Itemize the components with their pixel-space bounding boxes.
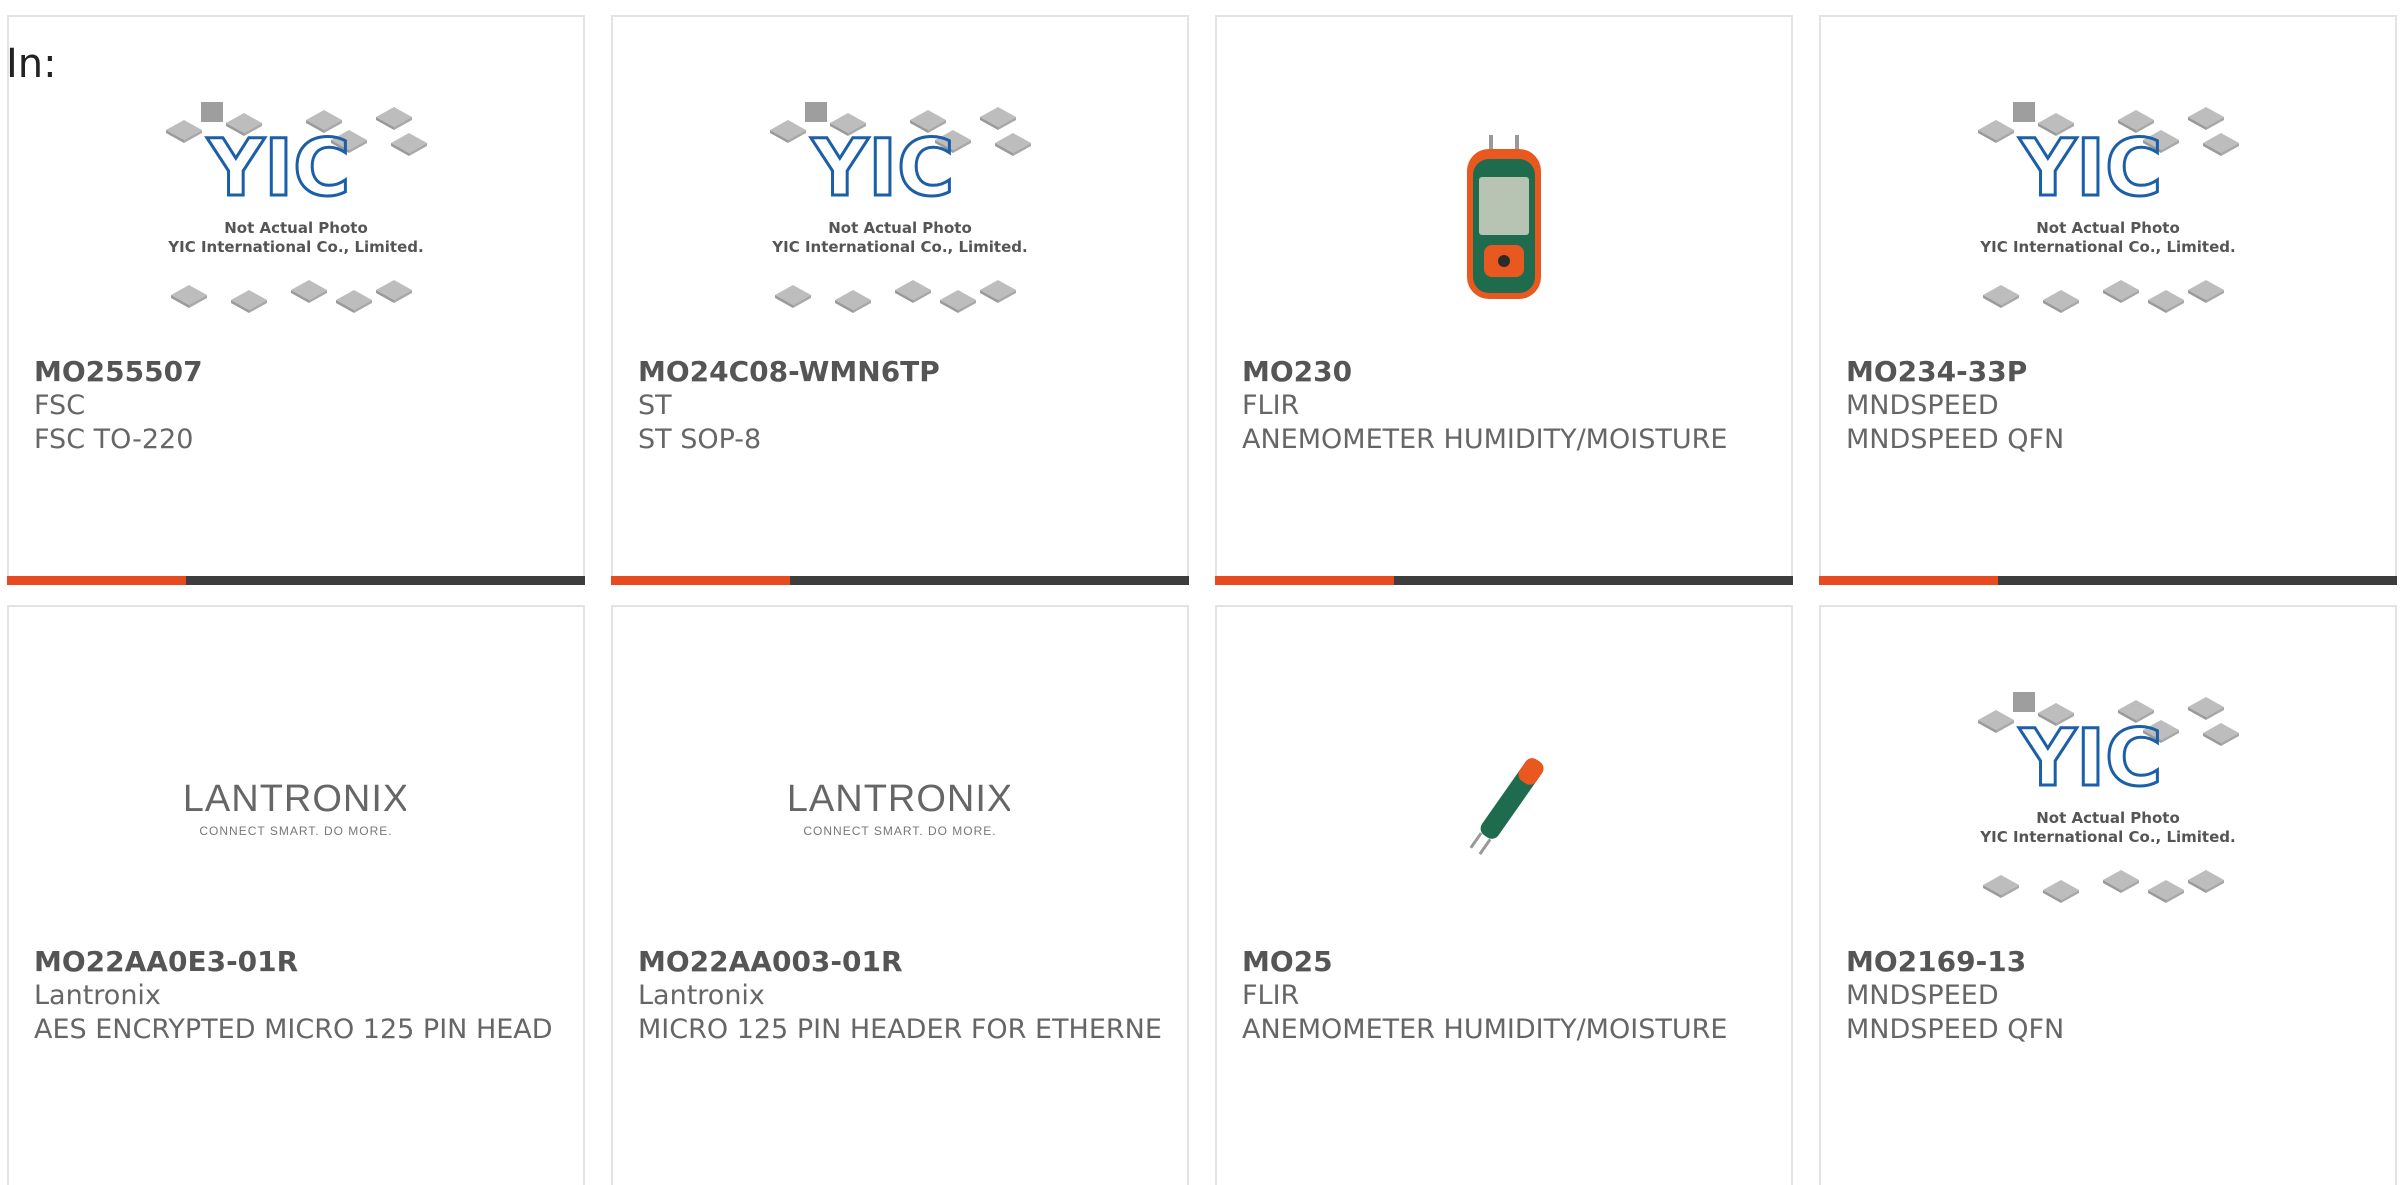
svg-text:YIC: YIC	[811, 124, 955, 214]
progress-fill	[1215, 576, 1395, 585]
progress-fill	[611, 576, 791, 585]
part-number[interactable]: MO255507	[34, 355, 558, 389]
manufacturer: FSC	[34, 390, 86, 421]
description: ST SOP-8	[638, 424, 762, 455]
part-number[interactable]: MO230	[1242, 355, 1766, 389]
progress-fill	[1819, 576, 1999, 585]
yic-placeholder-icon: YIC Not Actual Photo YIC International C…	[166, 102, 427, 313]
svg-text:Not Actual Photo: Not Actual Photo	[224, 219, 368, 237]
manufacturer: FLIR	[1242, 980, 1300, 1011]
part-number[interactable]: MO22AA0E3-01R	[34, 945, 558, 979]
product-image[interactable]: YIC Not Actual Photo YIC International C…	[1821, 685, 2395, 935]
lantronix-logo: LANTRONIX CONNECT SMART. DO MORE.	[790, 778, 1010, 838]
product-card[interactable]: LANTRONIX CONNECT SMART. DO MORE. MO22AA…	[7, 605, 585, 1185]
manufacturer: MNDSPEED	[1846, 980, 1999, 1011]
progress-bar	[611, 576, 1189, 585]
svg-text:Not Actual Photo: Not Actual Photo	[2036, 219, 2180, 237]
svg-text:YIC International Co., Limited: YIC International Co., Limited.	[1979, 238, 2235, 256]
svg-text:CONNECT SMART. DO MORE.: CONNECT SMART. DO MORE.	[803, 824, 996, 838]
product-card[interactable]: LANTRONIX CONNECT SMART. DO MORE. MO22AA…	[611, 605, 1189, 1185]
product-card[interactable]: MO25 FLIR ANEMOMETER HUMIDITY/MOISTURE	[1215, 605, 1793, 1185]
svg-text:YIC International Co., Limited: YIC International Co., Limited.	[1979, 828, 2235, 846]
progress-fill	[7, 576, 187, 585]
part-number[interactable]: MO234-33P	[1846, 355, 2370, 389]
svg-text:YIC: YIC	[2019, 124, 2163, 214]
manufacturer: FLIR	[1242, 390, 1300, 421]
product-image[interactable]: YIC Not Actual Photo YIC International C…	[613, 95, 1187, 345]
product-image[interactable]	[1217, 685, 1791, 935]
svg-text:Not Actual Photo: Not Actual Photo	[828, 219, 972, 237]
svg-text:YIC: YIC	[2019, 714, 2163, 804]
progress-bar	[1215, 576, 1793, 585]
svg-text:YIC International Co., Limited: YIC International Co., Limited.	[167, 238, 423, 256]
svg-text:LANTRONIX: LANTRONIX	[186, 778, 406, 820]
product-image[interactable]: LANTRONIX CONNECT SMART. DO MORE.	[613, 685, 1187, 935]
svg-text:YIC International Co., Limited: YIC International Co., Limited.	[771, 238, 1027, 256]
description: ANEMOMETER HUMIDITY/MOISTURE	[1242, 424, 1728, 455]
description: MNDSPEED QFN	[1846, 424, 2065, 455]
manufacturer: ST	[638, 390, 672, 421]
product-card[interactable]: YIC Not Actual Photo YIC International C…	[1819, 15, 2397, 585]
yic-placeholder-icon: YIC Not Actual Photo YIC International C…	[1978, 102, 2239, 313]
moisture-meter-icon	[1467, 135, 1541, 299]
product-card[interactable]: YIC Not Actual Photo YIC International C…	[611, 15, 1189, 585]
progress-bar	[7, 576, 585, 585]
part-number[interactable]: MO25	[1242, 945, 1766, 979]
part-number[interactable]: MO2169-13	[1846, 945, 2370, 979]
svg-text:LANTRONIX: LANTRONIX	[790, 778, 1010, 820]
manufacturer: MNDSPEED	[1846, 390, 1999, 421]
moisture-pen-icon	[1469, 758, 1544, 855]
description: MICRO 125 PIN HEADER FOR ETHERNE	[638, 1014, 1162, 1045]
description: ANEMOMETER HUMIDITY/MOISTURE	[1242, 1014, 1728, 1045]
description: FSC TO-220	[34, 424, 194, 455]
product-image[interactable]	[1217, 95, 1791, 345]
product-card[interactable]: MO230 FLIR ANEMOMETER HUMIDITY/MOISTURE	[1215, 15, 1793, 585]
yic-placeholder-icon: YIC Not Actual Photo YIC International C…	[1978, 692, 2239, 903]
product-image[interactable]: YIC Not Actual Photo YIC International C…	[1821, 95, 2395, 345]
progress-bar	[1819, 576, 2397, 585]
svg-text:YIC: YIC	[207, 124, 351, 214]
svg-text:Not Actual Photo: Not Actual Photo	[2036, 809, 2180, 827]
svg-text:CONNECT SMART. DO MORE.: CONNECT SMART. DO MORE.	[199, 824, 392, 838]
lantronix-logo: LANTRONIX CONNECT SMART. DO MORE.	[186, 778, 406, 838]
product-card[interactable]: YIC Not Actual Photo YIC International C…	[1819, 605, 2397, 1185]
part-number[interactable]: MO22AA003-01R	[638, 945, 1162, 979]
part-number[interactable]: MO24C08-WMN6TP	[638, 355, 1162, 389]
manufacturer: Lantronix	[638, 980, 765, 1011]
filter-label: In:	[6, 41, 57, 87]
description: MNDSPEED QFN	[1846, 1014, 2065, 1045]
manufacturer: Lantronix	[34, 980, 161, 1011]
product-image[interactable]: LANTRONIX CONNECT SMART. DO MORE.	[9, 685, 583, 935]
description: AES ENCRYPTED MICRO 125 PIN HEAD	[34, 1014, 553, 1045]
product-card[interactable]: YIC Not Actual Photo YIC International C…	[7, 15, 585, 585]
product-image[interactable]: YIC Not Actual Photo YIC International C…	[9, 95, 583, 345]
yic-placeholder-icon: YIC Not Actual Photo YIC International C…	[770, 102, 1031, 313]
